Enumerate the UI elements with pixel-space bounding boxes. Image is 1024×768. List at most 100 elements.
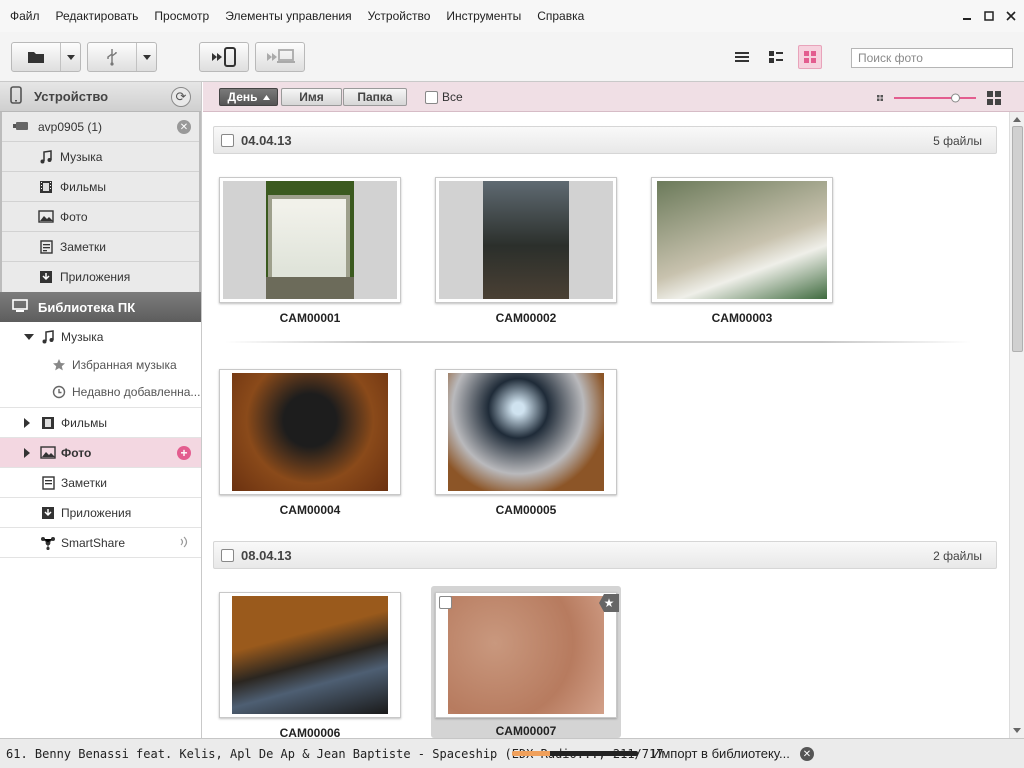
device-name: avp0905 (1) — [38, 119, 103, 134]
photo-image — [657, 181, 827, 299]
expanded-arrow-icon[interactable] — [24, 334, 34, 340]
status-bar: 61. Benny Benassi feat. Kelis, Apl De Ap… — [0, 738, 1024, 768]
menu-file[interactable]: Файл — [10, 9, 40, 23]
chevron-down-icon[interactable] — [60, 43, 80, 71]
menu-view[interactable]: Просмотр — [154, 9, 209, 23]
library-item-smartshare[interactable]: SmartShare — [0, 528, 201, 558]
menu-controls[interactable]: Элементы управления — [225, 9, 351, 23]
scroll-up-icon[interactable] — [1013, 117, 1021, 122]
library-item-apps[interactable]: Приложения — [0, 498, 201, 528]
star-icon — [52, 358, 66, 372]
device-item-apps[interactable]: Приложения — [2, 262, 199, 292]
sidebar: Устройство ⟳ avp0905 (1) ✕ Музыка Фильмы — [0, 82, 202, 738]
refresh-icon[interactable]: ⟳ — [171, 87, 191, 107]
library-item-films[interactable]: Фильмы — [0, 408, 201, 438]
zoom-knob[interactable] — [951, 93, 960, 103]
device-item-notes[interactable]: Заметки — [2, 232, 199, 262]
menu-help[interactable]: Справка — [537, 9, 584, 23]
cancel-import-icon[interactable]: ✕ — [800, 747, 814, 761]
sort-by-day-button[interactable]: День — [219, 88, 278, 106]
sort-by-name-button[interactable]: Имя — [281, 88, 342, 106]
film-icon — [38, 179, 54, 195]
device-section-header[interactable]: Устройство ⟳ — [0, 82, 201, 112]
vertical-scrollbar[interactable] — [1009, 112, 1024, 738]
photo-image — [232, 373, 388, 491]
photo-caption: CAM00004 — [279, 503, 341, 517]
photo-thumbnail[interactable]: CAM00002 — [435, 177, 617, 325]
search-input[interactable] — [851, 48, 1013, 68]
group-checkbox[interactable] — [221, 134, 234, 147]
window-controls — [960, 9, 1018, 23]
row-divider — [225, 341, 971, 343]
collapsed-arrow-icon[interactable] — [24, 447, 34, 458]
photo-caption: CAM00007 — [495, 724, 557, 738]
library-subitem-favorite-music[interactable]: Избранная музыка — [0, 352, 201, 377]
sort-by-folder-button[interactable]: Папка — [343, 88, 407, 106]
usb-button[interactable] — [87, 42, 157, 72]
list-view-icon[interactable] — [730, 45, 754, 69]
device-item-music[interactable]: Музыка — [2, 142, 199, 172]
device-item-films[interactable]: Фильмы — [2, 172, 199, 202]
large-grid-icon — [987, 91, 1001, 105]
device-item[interactable]: avp0905 (1) ✕ — [2, 112, 199, 142]
library-item-photo[interactable]: Фото + — [0, 438, 201, 468]
maximize-icon[interactable] — [982, 9, 996, 23]
menu-edit[interactable]: Редактировать — [56, 9, 139, 23]
device-item-label: Заметки — [60, 239, 106, 254]
chevron-down-icon[interactable] — [136, 43, 156, 71]
photo-icon — [40, 445, 56, 461]
group-date: 04.04.13 — [241, 133, 292, 148]
minimize-icon[interactable] — [960, 9, 974, 23]
photo-caption: CAM00005 — [495, 503, 557, 517]
device-section-title: Устройство — [34, 89, 109, 104]
menu-tools[interactable]: Инструменты — [446, 9, 521, 23]
library-item-notes[interactable]: Заметки — [0, 468, 201, 498]
import-status: Импорт в библиотеку... — [652, 746, 790, 761]
photo-checkbox[interactable] — [439, 596, 452, 609]
pc-sync-button[interactable] — [255, 42, 305, 72]
library-item-music[interactable]: Музыка — [0, 322, 201, 352]
folder-button[interactable] — [11, 42, 81, 72]
import-progress-bar — [512, 751, 638, 756]
photo-thumbnail[interactable]: CAM00003 — [651, 177, 833, 325]
music-note-icon — [38, 149, 54, 165]
device-item-label: Музыка — [60, 149, 103, 164]
photo-thumbnail[interactable]: CAM00001 — [219, 177, 401, 325]
progress-fill — [512, 751, 550, 756]
library-item-label: Фото — [61, 445, 92, 460]
group-checkbox[interactable] — [221, 549, 234, 562]
collapsed-arrow-icon[interactable] — [24, 417, 34, 428]
detail-view-icon[interactable] — [764, 45, 788, 69]
zoom-track[interactable] — [894, 97, 976, 99]
photo-caption: CAM00001 — [279, 311, 341, 325]
grid-view-icon[interactable] — [798, 45, 822, 69]
usb-icon — [88, 43, 136, 71]
view-mode-group — [730, 45, 822, 69]
scroll-down-icon[interactable] — [1013, 728, 1021, 733]
device-item-photo[interactable]: Фото — [2, 202, 199, 232]
photo-thumbnail[interactable]: CAM00005 — [435, 369, 617, 517]
library-subitem-label: Избранная музыка — [72, 357, 177, 372]
monitor-icon — [12, 298, 28, 316]
photo-thumbnail-selected[interactable]: CAM00007 ★ — [431, 586, 621, 738]
device-item-label: Фильмы — [60, 179, 106, 194]
menu-device[interactable]: Устройство — [368, 9, 431, 23]
photo-icon — [38, 209, 54, 225]
scrollbar-thumb[interactable] — [1012, 126, 1023, 352]
add-icon[interactable]: + — [177, 446, 191, 460]
close-icon[interactable] — [1004, 9, 1018, 23]
group-file-count: 2 файлы — [933, 549, 982, 563]
sort-by-day-label: День — [227, 90, 258, 104]
photo-image — [232, 596, 388, 714]
pc-sync-icon — [256, 43, 304, 71]
library-subitem-recent[interactable]: Недавно добавленна... — [0, 377, 201, 408]
thumbnail-zoom-slider[interactable] — [875, 90, 1015, 106]
library-section-header[interactable]: Библиотека ПК — [0, 292, 201, 322]
select-all-checkbox[interactable] — [425, 90, 438, 104]
select-all[interactable]: Все — [425, 90, 463, 104]
photo-thumbnail[interactable]: CAM00004 — [219, 369, 401, 517]
phone-sync-button[interactable] — [199, 42, 249, 72]
photo-thumbnail[interactable]: CAM00006 — [219, 592, 401, 738]
photo-caption: CAM00003 — [711, 311, 773, 325]
eject-icon[interactable]: ✕ — [177, 120, 191, 134]
